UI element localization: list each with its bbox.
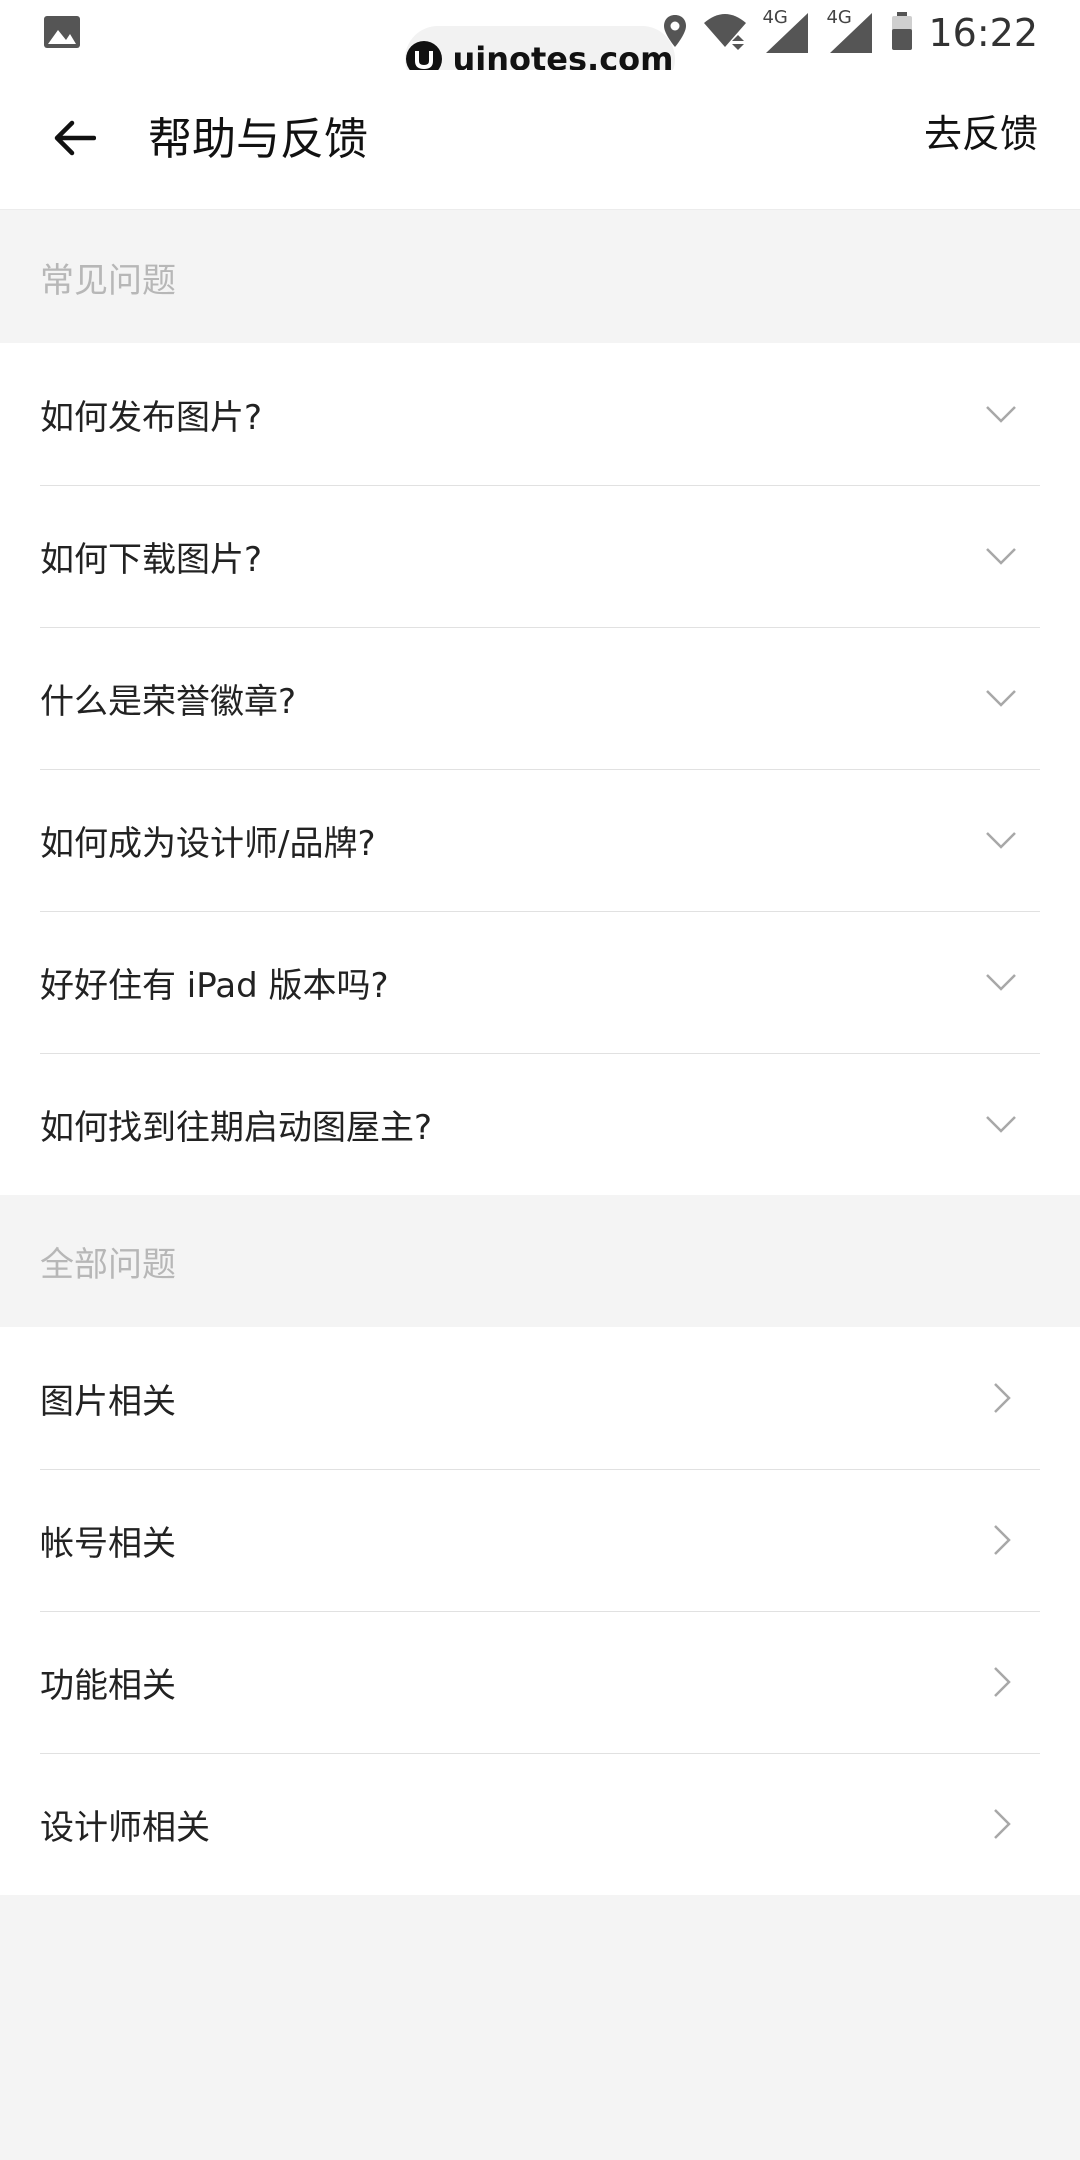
category-item-label: 图片相关: [40, 1381, 176, 1422]
battery-icon: [890, 11, 914, 55]
chevron-down-icon: [984, 681, 1018, 715]
status-bar: 4G 4G 16:22 uinotes.com: [0, 0, 1080, 92]
image-icon: [42, 12, 82, 52]
faq-list: 如何发布图片? 如何下载图片? 什么是荣誉徽章? 如何成为设计师/品牌? 好好住…: [0, 343, 1080, 1195]
chevron-down-icon: [984, 823, 1018, 857]
go-feedback-button[interactable]: 去反馈: [924, 106, 1038, 162]
faq-item-label: 如何下载图片?: [40, 539, 263, 580]
category-item[interactable]: 图片相关: [0, 1327, 1080, 1469]
faq-item[interactable]: 如何发布图片?: [0, 343, 1080, 485]
chevron-down-icon: [984, 539, 1018, 573]
top-app-bar: 帮助与反馈 去反馈: [0, 70, 1080, 210]
faq-item-label: 什么是荣誉徽章?: [40, 681, 297, 722]
faq-item[interactable]: 好好住有 iPad 版本吗?: [0, 911, 1080, 1053]
page-title: 帮助与反馈: [148, 114, 368, 165]
back-button[interactable]: [44, 110, 104, 170]
category-list: 图片相关 帐号相关 功能相关 设计师相关: [0, 1327, 1080, 1895]
category-item[interactable]: 设计师相关: [0, 1753, 1080, 1895]
chevron-right-icon: [984, 1807, 1018, 1841]
signal-icon: 4G: [762, 7, 812, 55]
faq-item[interactable]: 如何下载图片?: [0, 485, 1080, 627]
chevron-down-icon: [984, 965, 1018, 999]
category-item-label: 帐号相关: [40, 1523, 176, 1564]
section-header-all: 全部问题: [0, 1195, 1080, 1327]
category-item[interactable]: 帐号相关: [0, 1469, 1080, 1611]
clock-time: 16:22: [928, 11, 1038, 55]
faq-item-label: 如何成为设计师/品牌?: [40, 823, 376, 864]
chevron-right-icon: [984, 1665, 1018, 1699]
faq-item[interactable]: 如何找到往期启动图屋主?: [0, 1053, 1080, 1195]
faq-item[interactable]: 如何成为设计师/品牌?: [0, 769, 1080, 911]
chevron-right-icon: [984, 1381, 1018, 1415]
faq-item-label: 如何发布图片?: [40, 397, 263, 438]
section-header-faq: 常见问题: [0, 211, 1080, 343]
wifi-icon: [702, 11, 748, 55]
faq-item-label: 好好住有 iPad 版本吗?: [40, 965, 389, 1006]
chevron-down-icon: [984, 1107, 1018, 1141]
signal-icon: 4G: [826, 7, 876, 55]
category-item[interactable]: 功能相关: [0, 1611, 1080, 1753]
chevron-right-icon: [984, 1523, 1018, 1557]
category-item-label: 功能相关: [40, 1665, 176, 1706]
faq-item-label: 如何找到往期启动图屋主?: [40, 1107, 433, 1148]
category-item-label: 设计师相关: [40, 1807, 210, 1848]
help-feedback-screen: 4G 4G 16:22 uinotes.com 帮助与反馈 去反馈 常见问题 如…: [0, 0, 1080, 2160]
chevron-down-icon: [984, 397, 1018, 431]
back-arrow-icon: [52, 118, 97, 162]
faq-item[interactable]: 什么是荣誉徽章?: [0, 627, 1080, 769]
